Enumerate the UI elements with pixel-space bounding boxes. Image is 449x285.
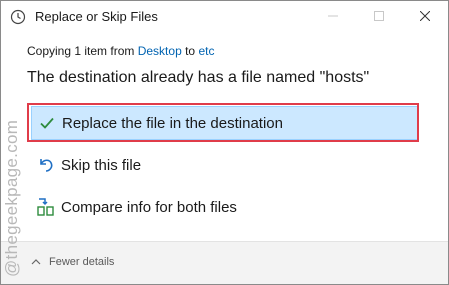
copy-progress-text: Copying 1 item from Desktop to etc: [27, 44, 214, 58]
chevron-up-icon: [31, 258, 41, 266]
compare-files-icon: [35, 196, 57, 218]
maximize-icon: [374, 8, 384, 26]
dialog-footer: Fewer details: [1, 241, 448, 284]
title-bar[interactable]: Replace or Skip Files: [1, 1, 448, 33]
skip-option[interactable]: Skip this file: [31, 148, 419, 182]
compare-option-label: Compare info for both files: [61, 198, 237, 216]
skip-option-label: Skip this file: [61, 156, 142, 174]
minimize-icon: [328, 8, 338, 26]
skip-arrow-icon: [35, 154, 57, 176]
close-icon: [419, 8, 431, 26]
compare-option[interactable]: Compare info for both files: [31, 190, 419, 224]
close-button[interactable]: [402, 1, 448, 33]
clock-icon: [10, 9, 26, 25]
replace-option[interactable]: Replace the file in the destination: [31, 106, 419, 140]
source-link[interactable]: Desktop: [138, 44, 182, 58]
window-title: Replace or Skip Files: [35, 9, 158, 24]
fewer-details-label: Fewer details: [49, 256, 115, 268]
maximize-button[interactable]: [356, 1, 402, 33]
checkmark-icon: [36, 112, 58, 134]
fewer-details-toggle[interactable]: Fewer details: [31, 256, 114, 268]
conflict-headline: The destination already has a file named…: [27, 69, 370, 86]
copy-prefix: Copying 1 item from: [27, 44, 138, 58]
destination-link[interactable]: etc: [198, 44, 214, 58]
minimize-button[interactable]: [310, 1, 356, 33]
replace-skip-dialog: Replace or Skip Files Copying 1 item fro…: [0, 0, 449, 285]
copy-middle: to: [181, 44, 199, 58]
replace-option-label: Replace the file in the destination: [62, 114, 283, 132]
